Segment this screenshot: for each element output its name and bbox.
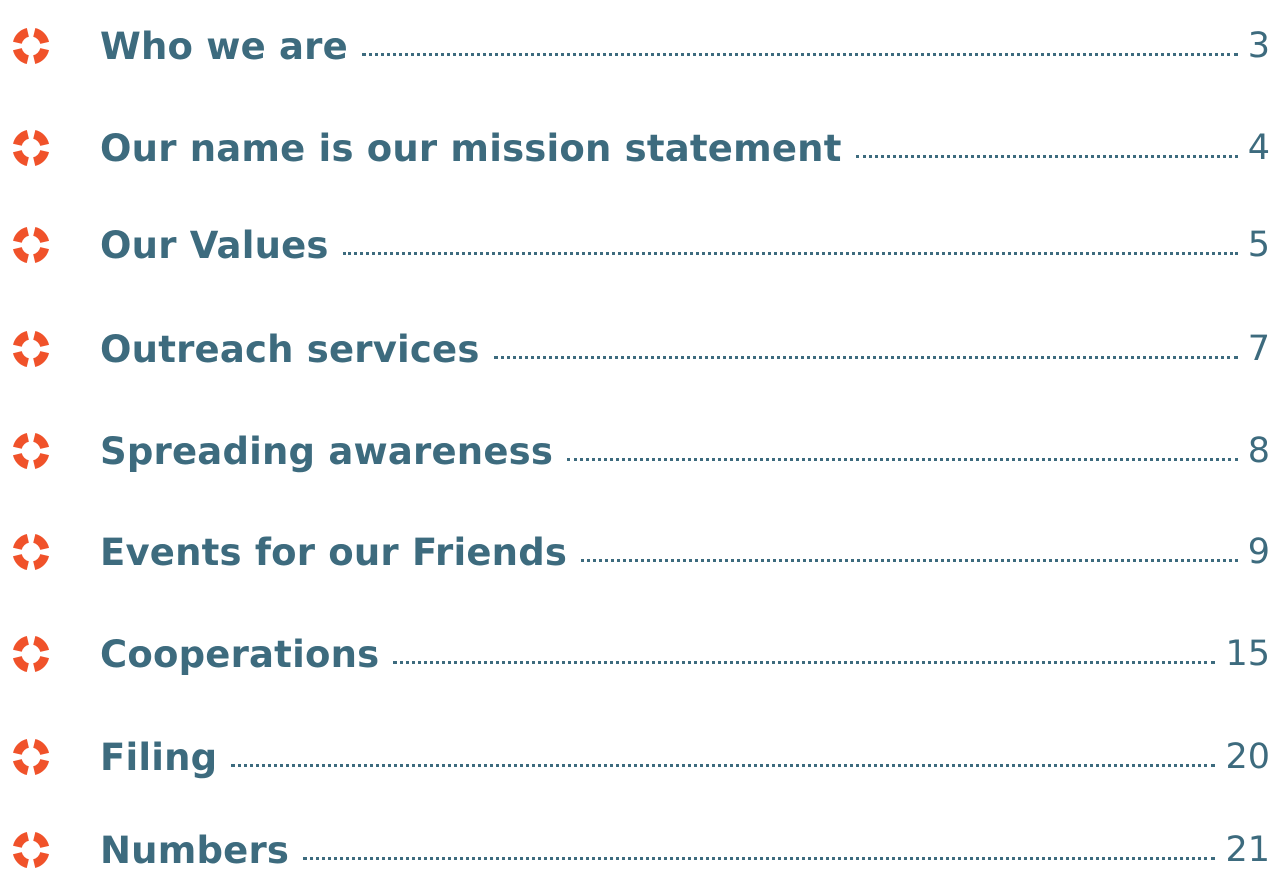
toc-entry-our-values[interactable]: Our Values 5 [8,215,1270,275]
toc-entry-outreach-services[interactable]: Outreach services 7 [8,319,1270,379]
toc-entry-cooperations[interactable]: Cooperations 15 [8,624,1270,684]
dot-leader [493,319,1238,359]
dot-leader [303,820,1216,860]
toc-entry-page-number: 5 [1247,225,1270,265]
toc-entry-page-number: 7 [1247,329,1270,369]
toc-entry-title: Cooperations [100,632,380,676]
lifebuoy-icon [8,428,54,474]
toc-entry-page-number: 8 [1247,431,1270,471]
toc-entry-events-for-our-friends[interactable]: Events for our Friends 9 [8,522,1270,582]
toc-entry-who-we-are[interactable]: Who we are 3 [8,16,1270,76]
lifebuoy-icon [8,631,54,677]
dot-leader [581,522,1238,562]
dot-leader [393,624,1216,664]
dot-leader [342,215,1238,255]
toc-entry-title: Filing [100,735,218,779]
toc-entry-title: Outreach services [100,327,480,371]
toc-entry-page-number: 20 [1225,737,1270,777]
lifebuoy-icon [8,326,54,372]
dot-leader [567,421,1238,461]
toc-entry-title: Spreading awareness [100,429,554,473]
toc-entry-title: Events for our Friends [100,530,568,574]
toc-entry-spreading-awareness[interactable]: Spreading awareness 8 [8,421,1270,481]
lifebuoy-icon [8,827,54,873]
toc-entry-page-number: 9 [1247,532,1270,572]
lifebuoy-icon [8,125,54,171]
lifebuoy-icon [8,23,54,69]
toc-entry-page-number: 4 [1247,128,1270,168]
toc-entry-title: Who we are [100,24,348,68]
toc-entry-page-number: 21 [1225,830,1270,870]
toc-entry-page-number: 3 [1247,26,1270,66]
toc-entry-numbers[interactable]: Numbers 21 [8,820,1270,880]
toc-entry-title: Our name is our mission statement [100,126,842,170]
table-of-contents: Who we are 3 Our name is our mission sta… [0,0,1276,877]
toc-entry-title: Our Values [100,223,329,267]
dot-leader [231,727,1216,767]
toc-entry-title: Numbers [100,828,290,872]
toc-entry-page-number: 15 [1225,634,1270,674]
toc-entry-our-name-is-our-mission-statement[interactable]: Our name is our mission statement 4 [8,118,1270,178]
lifebuoy-icon [8,529,54,575]
lifebuoy-icon [8,734,54,780]
dot-leader [855,118,1238,158]
lifebuoy-icon [8,222,54,268]
toc-entry-filing[interactable]: Filing 20 [8,727,1270,787]
dot-leader [361,16,1238,56]
